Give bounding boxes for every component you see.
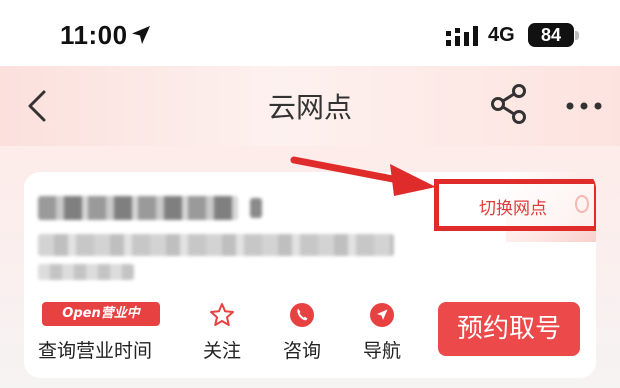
consult-label: 咨询: [282, 340, 321, 362]
status-bar: 11:00 4G 84: [0, 0, 620, 66]
more-dots-icon[interactable]: [566, 102, 602, 110]
navigate-label: 导航: [362, 340, 401, 362]
branch-name-redacted-tail: [250, 198, 262, 218]
battery-tip: [575, 31, 579, 40]
status-time: 11:00: [60, 20, 128, 50]
follow-button[interactable]: 关注: [198, 302, 246, 363]
star-icon: [210, 303, 234, 326]
branch-name-redacted: [38, 196, 238, 220]
navigation-icon: [370, 303, 394, 327]
follow-label: 关注: [202, 340, 241, 362]
branch-address-redacted: [38, 234, 394, 256]
location-pin-icon: [575, 195, 589, 213]
annotation-arrow: [290, 156, 436, 196]
book-appointment-button[interactable]: 预约取号: [438, 302, 580, 356]
query-hours-link[interactable]: 查询营业时间: [38, 336, 152, 363]
consult-button[interactable]: 咨询: [278, 302, 326, 363]
navigate-button[interactable]: 导航: [358, 302, 406, 363]
nav-bar: 云网点: [0, 66, 620, 146]
share-icon[interactable]: [490, 83, 528, 125]
switch-branch-label: 切换网点: [479, 199, 547, 219]
battery-icon: 84: [528, 23, 574, 47]
branch-card: 切换网点 Open营业中 查询营业时间 关注 咨询 导航 预约取号: [24, 172, 596, 378]
phone-icon: [290, 303, 314, 327]
branch-distance-redacted: [38, 264, 134, 280]
location-arrow-icon: [132, 26, 150, 44]
switch-branch-button[interactable]: 切换网点: [434, 179, 596, 231]
network-type: 4G: [488, 24, 515, 46]
signal-icon: [446, 26, 478, 46]
open-status-badge: Open营业中: [42, 302, 160, 326]
